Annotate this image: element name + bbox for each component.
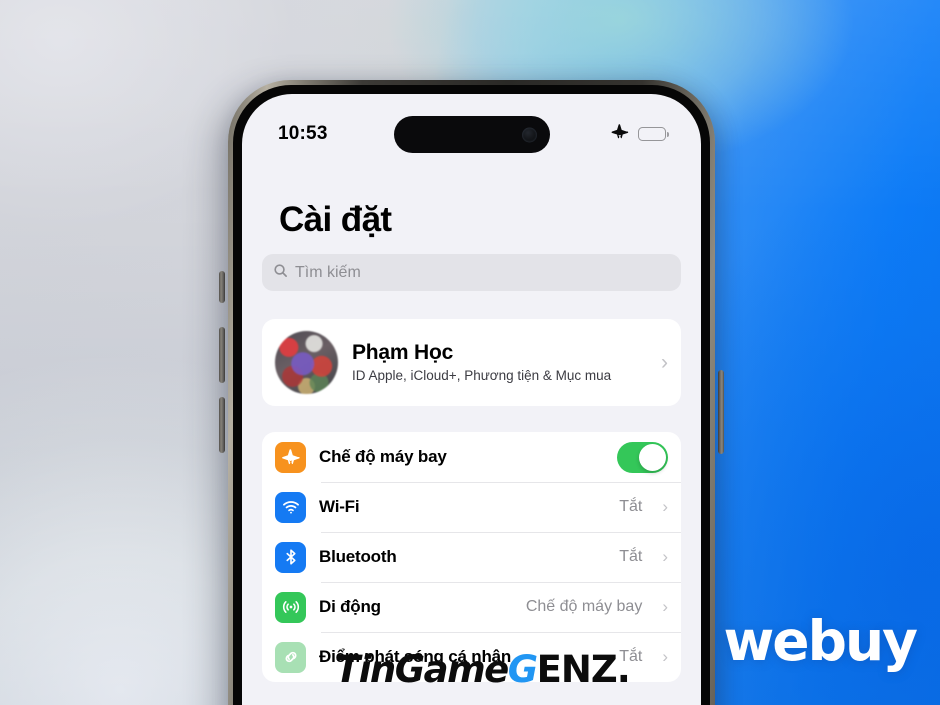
apple-id-profile-row[interactable]: Phạm Học ID Apple, iCloud+, Phương tiện … — [262, 319, 681, 406]
settings-screen: Cài đặt Tìm kiếm Phạm Học ID Apple, iClo… — [242, 154, 701, 705]
action-button[interactable] — [219, 271, 225, 303]
battery-icon — [637, 127, 669, 141]
airplane-icon — [275, 441, 306, 473]
search-placeholder: Tìm kiếm — [295, 263, 361, 281]
phone-bezel: 10:53 Cài đặt Tìm kiếm Phạm Học ID Apple… — [233, 85, 710, 705]
status-bar-time: 10:53 — [278, 123, 328, 144]
settings-row-label: Bluetooth — [319, 547, 397, 566]
status-bar-indicators — [610, 123, 669, 146]
power-button[interactable] — [718, 370, 724, 454]
chevron-right-icon: › — [661, 350, 668, 374]
bluetooth-icon — [275, 541, 306, 573]
airplane-icon — [610, 123, 629, 146]
dynamic-island[interactable] — [393, 116, 550, 153]
watermark-text-part3: ENZ. — [536, 648, 631, 691]
avatar — [275, 331, 338, 394]
hotspot-icon — [275, 641, 306, 673]
settings-row-value: Tắt — [619, 548, 643, 565]
settings-row-label: Di động — [319, 597, 381, 616]
settings-row-wifi[interactable]: Wi-Fi Tắt › — [262, 482, 681, 532]
connectivity-settings-group: Chế độ máy bay Wi-Fi Tắt › Bluetooth Tắt… — [262, 432, 681, 682]
chevron-right-icon: › — [662, 597, 668, 616]
watermark-text-part2: G — [507, 648, 538, 691]
settings-row-value: Chế độ máy bay — [525, 598, 643, 615]
settings-row-bluetooth[interactable]: Bluetooth Tắt › — [262, 532, 681, 582]
settings-row-value: Tắt — [619, 498, 643, 515]
page-title: Cài đặt — [279, 200, 392, 239]
search-field[interactable]: Tìm kiếm — [262, 254, 681, 291]
chevron-right-icon: › — [662, 647, 668, 666]
chevron-right-icon: › — [662, 497, 668, 516]
toggle-knob — [639, 443, 666, 471]
volume-down-button[interactable] — [219, 397, 225, 453]
watermark-text-part1: TinGame — [335, 648, 509, 691]
phone-device: 10:53 Cài đặt Tìm kiếm Phạm Học ID Apple… — [228, 80, 715, 705]
wifi-icon — [275, 491, 306, 523]
front-camera-icon — [521, 127, 537, 142]
cellular-icon — [275, 591, 306, 623]
tingamegenz-watermark: TinGameGENZ. — [335, 648, 631, 691]
airplane-mode-toggle[interactable] — [617, 441, 668, 473]
search-icon — [273, 263, 288, 283]
settings-row-label: Chế độ máy bay — [319, 447, 447, 466]
volume-up-button[interactable] — [219, 327, 225, 383]
profile-text: Phạm Học ID Apple, iCloud+, Phương tiện … — [352, 341, 641, 385]
settings-row-cellular[interactable]: Di động Chế độ máy bay › — [262, 582, 681, 632]
settings-row-airplane-mode[interactable]: Chế độ máy bay — [262, 432, 681, 482]
phone-screen: 10:53 Cài đặt Tìm kiếm Phạm Học ID Apple… — [242, 94, 701, 705]
webuy-watermark: webuy — [723, 609, 918, 673]
chevron-right-icon: › — [662, 547, 668, 566]
profile-name: Phạm Học — [352, 340, 454, 364]
settings-row-label: Wi-Fi — [319, 497, 360, 516]
profile-subtitle: ID Apple, iCloud+, Phương tiện & Mục mua — [352, 367, 612, 383]
